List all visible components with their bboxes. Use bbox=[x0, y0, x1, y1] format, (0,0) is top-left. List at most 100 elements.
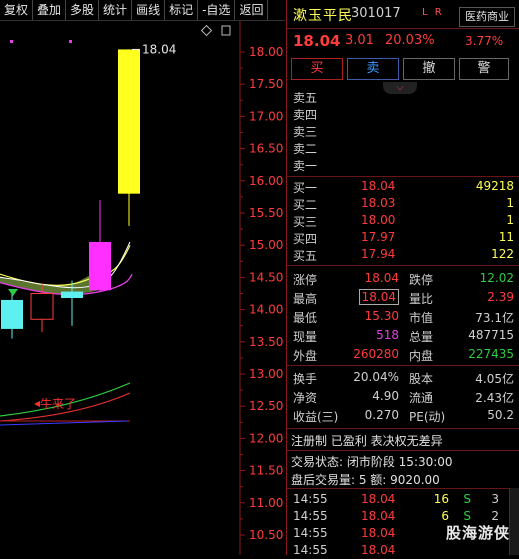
bid-level-price: 17.94 bbox=[361, 247, 396, 261]
y-tick-label: 11.50 bbox=[249, 464, 283, 478]
divider bbox=[287, 450, 519, 451]
y-tick-label: 11.00 bbox=[249, 496, 283, 510]
bid-level-volume: 1 bbox=[506, 213, 514, 227]
down-arrow-icon bbox=[8, 288, 18, 296]
bid-level-volume: 122 bbox=[491, 247, 514, 261]
stat-label: 换手 bbox=[293, 372, 318, 386]
kline-chart[interactable]: 18.00 17.50 17.00 16.50 16.00 15.50 15.00 14.50… bbox=[0, 21, 285, 555]
stat-value: 20.04% bbox=[353, 370, 399, 384]
after-hours-volume: 盘后交易量: 5 额: 9020.00 bbox=[291, 473, 440, 487]
y-tick-label: 16.00 bbox=[249, 174, 283, 188]
tick-time: 14:55 bbox=[293, 526, 328, 540]
toolbar-stats-button[interactable]: 统计 bbox=[99, 0, 133, 20]
stat-value: 487715 bbox=[468, 328, 514, 342]
bid-level-volume: 1 bbox=[506, 196, 514, 210]
stat-value: 18.04 bbox=[364, 271, 399, 285]
y-tick-label: 17.50 bbox=[249, 77, 283, 91]
ask-level-row: 卖二 bbox=[287, 139, 519, 156]
stat-label: 流通 bbox=[409, 391, 434, 405]
y-tick-label: 16.50 bbox=[249, 142, 283, 156]
stat-label: 净资 bbox=[293, 391, 318, 405]
bid-level-label: 买二 bbox=[293, 198, 318, 212]
stat-value: 2.39 bbox=[487, 290, 514, 304]
ask-level-row: 卖五 bbox=[287, 88, 519, 105]
tick-row: 14:55 18.04 16 S 3 bbox=[287, 491, 507, 508]
sell-button[interactable]: 卖 bbox=[347, 58, 399, 80]
tick-scrollbar[interactable] bbox=[509, 488, 519, 555]
cancel-order-button[interactable]: 撤 bbox=[403, 58, 455, 80]
toolbar-back-button[interactable]: 返回 bbox=[235, 0, 269, 20]
candle-body bbox=[1, 299, 23, 329]
stock-code: 301017 bbox=[351, 6, 401, 21]
stat-row: 收益(三) 0.270 PE(动) 50.2 bbox=[287, 407, 519, 424]
stock-name: 漱玉平民 bbox=[293, 8, 353, 24]
bid-level-row: 买二 18.03 1 bbox=[287, 195, 519, 212]
bid-level-price: 18.03 bbox=[361, 196, 396, 210]
bid-level-volume: 49218 bbox=[475, 179, 514, 193]
candle-body bbox=[118, 49, 140, 194]
bid-level-row: 买一 18.04 49218 bbox=[287, 178, 519, 195]
bid-level-label: 买一 bbox=[293, 181, 318, 195]
stat-row: 净资 4.90 流通 2.43亿 bbox=[287, 388, 519, 405]
toolbar-remove-watchlist-button[interactable]: -自选 bbox=[198, 0, 236, 20]
toolbar-fuquan-button[interactable]: 复权 bbox=[0, 0, 34, 20]
stat-value: 0.270 bbox=[364, 408, 399, 422]
industry-badge[interactable]: 医药商业 bbox=[459, 7, 515, 27]
y-tick-label: 17.00 bbox=[249, 109, 283, 123]
divider bbox=[287, 365, 519, 366]
candle-body bbox=[89, 241, 111, 291]
ask-level-row: 卖四 bbox=[287, 105, 519, 122]
bid-level-label: 买四 bbox=[293, 232, 318, 246]
toolbar-multi-stock-button[interactable]: 多股 bbox=[66, 0, 100, 20]
divider bbox=[287, 488, 519, 489]
stat-row: 最高 18.04 量比 2.39 bbox=[287, 289, 519, 306]
y-tick-label: 18.00 bbox=[249, 45, 283, 59]
stat-value: 4.05亿 bbox=[475, 372, 514, 386]
tick-time: 14:55 bbox=[293, 509, 328, 523]
annotation-arrow-icon bbox=[34, 401, 40, 407]
divider bbox=[287, 265, 519, 266]
turnover-pct: 3.77% bbox=[465, 34, 504, 48]
y-tick-label: 15.50 bbox=[249, 206, 283, 220]
stock-tags: L R bbox=[422, 7, 444, 18]
stat-label: 最低 bbox=[293, 311, 318, 325]
toolbar-draw-line-button[interactable]: 画线 bbox=[132, 0, 166, 20]
marker-dot bbox=[10, 40, 13, 43]
stat-label: 跌停 bbox=[409, 273, 434, 287]
bid-level-row: 买四 17.97 11 bbox=[287, 229, 519, 246]
price-change-pct: 20.03% bbox=[385, 33, 435, 48]
stat-value: 73.1亿 bbox=[475, 311, 514, 325]
divider bbox=[287, 428, 519, 429]
bid-level-price: 18.00 bbox=[361, 213, 396, 227]
tick-price: 18.04 bbox=[361, 509, 396, 523]
y-tick-label: 13.00 bbox=[249, 367, 283, 381]
toolbar-mark-button[interactable]: 标记 bbox=[165, 0, 199, 20]
stat-value: 260280 bbox=[353, 347, 399, 361]
alert-button[interactable]: 警 bbox=[459, 58, 509, 80]
y-tick-label: 15.00 bbox=[249, 238, 283, 252]
indicator-line-blue bbox=[0, 420, 129, 426]
annotation-text: 牛来了 bbox=[40, 396, 76, 411]
stat-row: 最低 15.30 市值 73.1亿 bbox=[287, 308, 519, 325]
quote-title-row: 漱玉平民 301017 L R 医药商业 bbox=[287, 0, 519, 28]
y-tick-label: 12.00 bbox=[249, 431, 283, 445]
tick-count: 2 bbox=[491, 509, 499, 523]
current-price: 18.04 bbox=[293, 32, 341, 50]
tick-time: 14:55 bbox=[293, 492, 328, 506]
marker-dot bbox=[69, 40, 72, 43]
stat-label: 现量 bbox=[293, 330, 318, 344]
trade-status: 交易状态: 闭市阶段 15:30:00 bbox=[291, 455, 453, 469]
bid-level-price: 18.04 bbox=[361, 179, 396, 193]
y-tick-label: 12.50 bbox=[249, 399, 283, 413]
bid-level-row: 买三 18.00 1 bbox=[287, 212, 519, 229]
stat-value: 4.90 bbox=[372, 389, 399, 403]
stat-label: 股本 bbox=[409, 372, 434, 386]
watermark: 股海游侠 bbox=[445, 524, 510, 542]
ask-level-row: 卖一 bbox=[287, 156, 519, 173]
y-tick-label: 14.00 bbox=[249, 303, 283, 317]
diamond-icon bbox=[200, 24, 213, 37]
tick-side: S bbox=[463, 509, 471, 523]
ask-level-label: 卖三 bbox=[293, 125, 318, 139]
buy-button[interactable]: 买 bbox=[291, 58, 343, 80]
toolbar-overlay-button[interactable]: 叠加 bbox=[33, 0, 67, 20]
